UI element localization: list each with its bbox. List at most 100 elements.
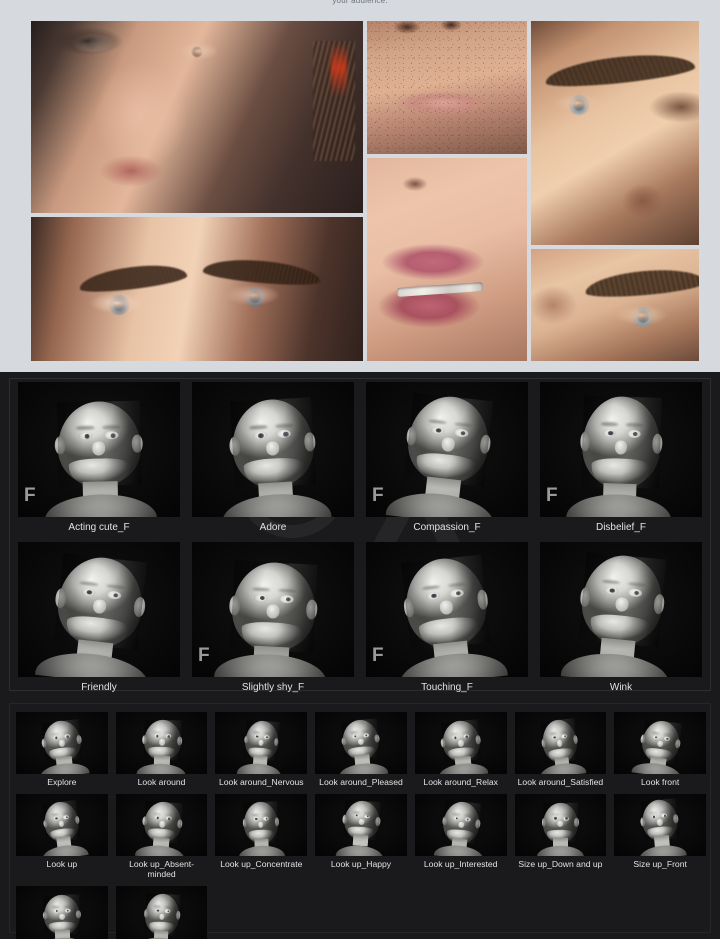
motion-card[interactable]: Look up_Interested — [414, 793, 507, 880]
ear-left — [143, 908, 149, 919]
head-skull — [53, 552, 148, 651]
cg-head — [38, 887, 88, 939]
motion-thumbnail[interactable] — [215, 793, 308, 856]
eye-left — [252, 430, 267, 440]
motion-card[interactable]: Look up_Happy — [315, 793, 407, 880]
motion-thumbnail[interactable] — [414, 793, 507, 856]
eyebrow-left — [75, 425, 95, 430]
eye-left — [452, 815, 460, 820]
motion-card[interactable]: Look up_Absent-minded — [115, 793, 208, 880]
photo-man-eye-bushy-brow — [531, 249, 699, 361]
motion-label: Look around_Satisfied — [517, 777, 604, 787]
ear-left — [243, 818, 248, 828]
motion-thumbnail[interactable] — [16, 793, 108, 856]
eyebrow-left — [151, 731, 161, 733]
head-skull — [342, 799, 381, 841]
motion-card[interactable]: Look up_Concentrate — [215, 793, 308, 880]
motion-card[interactable]: Look around_Satisfied — [514, 712, 607, 788]
motion-thumbnail[interactable] — [614, 793, 706, 856]
eye-right — [104, 430, 119, 440]
ear-right — [476, 588, 490, 610]
expression-thumbnail[interactable]: F — [540, 382, 702, 517]
motion-thumbnail[interactable] — [215, 712, 308, 774]
shoulders — [38, 761, 90, 774]
motion-thumbnail[interactable] — [315, 793, 407, 856]
motion-thumbnail[interactable] — [614, 712, 706, 774]
expression-thumbnail[interactable] — [18, 542, 180, 677]
nose — [158, 820, 165, 828]
expression-card[interactable]: F Compassion_F — [366, 382, 528, 534]
motion-card[interactable]: Look around — [115, 712, 208, 788]
nose — [440, 436, 456, 452]
expression-card[interactable]: Wink — [540, 542, 702, 694]
head-skull — [229, 396, 316, 490]
ear-left — [541, 817, 547, 827]
eye-left — [153, 907, 160, 913]
nose — [58, 739, 65, 747]
expression-thumbnail[interactable]: F — [366, 542, 528, 677]
eye-left — [253, 734, 261, 739]
motion-card[interactable]: Size up_Right to left — [115, 885, 208, 939]
expression-card[interactable]: F Touching_F — [366, 542, 528, 694]
motion-card[interactable]: Size up_Front — [614, 793, 706, 880]
motion-card[interactable]: Look around_Relax — [414, 712, 507, 788]
expression-card[interactable]: F Slightly shy_F — [192, 542, 354, 694]
expression-thumbnail[interactable]: F — [366, 382, 528, 517]
motion-thumbnail[interactable] — [16, 885, 108, 939]
head-skull — [540, 718, 580, 765]
motion-card[interactable]: Size up_Left to right — [16, 885, 108, 939]
motion-thumbnail[interactable] — [414, 712, 507, 774]
eyebrow-right — [106, 583, 126, 589]
expression-card[interactable]: F Acting cute_F — [18, 382, 180, 534]
eye-right — [62, 814, 70, 820]
motion-label: Look around_Nervous — [219, 777, 304, 787]
motion-thumbnail[interactable] — [115, 885, 208, 939]
eyebrow-left — [549, 732, 558, 735]
eyebrow-right — [562, 813, 570, 816]
motion-label: Size up_Down and up — [518, 858, 603, 869]
expression-thumbnail[interactable]: F — [192, 542, 354, 677]
motion-card[interactable]: Look around_Nervous — [215, 712, 308, 788]
cg-head — [134, 794, 185, 856]
cg-head — [335, 794, 384, 856]
motion-card[interactable]: Look around_Pleased — [315, 712, 407, 788]
cg-head — [236, 713, 282, 774]
head-skull — [401, 554, 491, 651]
expression-card[interactable]: Adore — [192, 382, 354, 534]
motion-thumbnail[interactable] — [115, 793, 208, 856]
eye-left — [152, 733, 160, 739]
motion-thumbnail[interactable] — [315, 712, 407, 774]
motion-thumbnail[interactable] — [514, 793, 607, 856]
ear-right — [653, 593, 666, 614]
motion-card[interactable]: Size up_Down and up — [514, 793, 607, 880]
motion-thumbnail[interactable] — [514, 712, 607, 774]
head-skull — [404, 391, 494, 487]
eye-right — [164, 734, 171, 739]
expression-card[interactable]: F Disbelief_F — [540, 382, 702, 534]
eyebrow-left — [51, 812, 59, 816]
shoulders — [135, 763, 186, 774]
motion-label: Look up_Happy — [330, 858, 392, 869]
eye-right — [462, 734, 470, 740]
ear-right — [175, 910, 181, 920]
nose — [457, 739, 464, 747]
cg-head — [385, 382, 497, 517]
photo-collage — [31, 21, 699, 361]
motion-label: Size up_Front — [633, 858, 687, 869]
head-skull — [228, 559, 318, 654]
motion-card[interactable]: Look front — [614, 712, 706, 788]
motion-thumbnail[interactable] — [16, 712, 108, 774]
expression-card[interactable]: Friendly — [18, 542, 180, 694]
motion-thumbnail[interactable] — [115, 712, 208, 774]
motion-card[interactable]: Look up — [16, 793, 108, 880]
ear-left — [243, 735, 249, 744]
cg-head — [136, 886, 184, 939]
eyebrow-right — [262, 812, 271, 815]
ear-left — [579, 431, 591, 452]
eye-left — [430, 424, 445, 435]
motion-card[interactable]: Explore — [16, 712, 108, 788]
expression-thumbnail[interactable] — [192, 382, 354, 517]
expression-thumbnail[interactable] — [540, 542, 702, 677]
expression-thumbnail[interactable]: F — [18, 382, 180, 517]
cg-head — [638, 794, 687, 856]
